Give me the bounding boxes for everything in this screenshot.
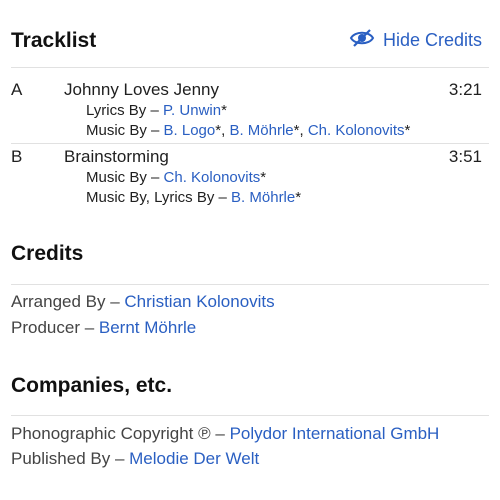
track-row: A Johnny Loves Jenny 3:21 Lyrics By – P.… bbox=[11, 79, 482, 141]
artist-link[interactable]: Bernt Möhrle bbox=[99, 318, 196, 337]
credit-separator: – bbox=[214, 189, 232, 206]
company-link[interactable]: Melodie Der Welt bbox=[129, 449, 259, 468]
artist-link[interactable]: B. Logo bbox=[164, 122, 216, 139]
artist-link[interactable]: P. Unwin bbox=[163, 102, 221, 119]
credit-item: Producer – Bernt Möhrle bbox=[11, 317, 196, 339]
divider bbox=[11, 67, 489, 68]
track-duration: 3:21 bbox=[448, 80, 482, 99]
artist-link[interactable]: Christian Kolonovits bbox=[124, 292, 274, 311]
artist-suffix: *, bbox=[293, 122, 308, 139]
tracklist-header: Tracklist Hide Credits bbox=[11, 28, 482, 53]
artist-suffix: *, bbox=[215, 122, 230, 139]
track-credit-line: Lyrics By – P. Unwin* bbox=[86, 101, 482, 121]
hide-credits-button[interactable]: Hide Credits bbox=[349, 28, 482, 53]
credit-role: Music By, Lyrics By bbox=[86, 189, 215, 206]
artist-suffix: * bbox=[295, 189, 302, 206]
company-item: Phonographic Copyright ℗ – Polydor Inter… bbox=[11, 423, 439, 445]
company-link[interactable]: Polydor International GmbH bbox=[230, 424, 440, 443]
track-credit-line: Music By – Ch. Kolonovits* bbox=[86, 168, 482, 188]
credit-separator: – bbox=[146, 102, 163, 119]
track-credit-line: Music By, Lyrics By – B. Möhrle* bbox=[86, 188, 482, 208]
companies-heading: Companies, etc. bbox=[11, 374, 173, 397]
track-title: Johnny Loves Jenny bbox=[64, 80, 219, 99]
credit-role: Music By bbox=[86, 122, 147, 139]
credit-item: Arranged By – Christian Kolonovits bbox=[11, 291, 275, 313]
credit-separator: – bbox=[146, 122, 164, 139]
credit-role: Music By bbox=[86, 169, 147, 186]
credit-separator: – bbox=[110, 449, 130, 468]
credit-separator: – bbox=[105, 292, 125, 311]
divider bbox=[11, 284, 489, 285]
artist-suffix: * bbox=[221, 102, 227, 119]
credit-separator: – bbox=[79, 318, 99, 337]
credit-separator: – bbox=[146, 169, 164, 186]
artist-link[interactable]: Ch. Kolonovits bbox=[164, 169, 261, 186]
credit-role: Lyrics By bbox=[86, 102, 147, 119]
track-position: B bbox=[11, 147, 23, 166]
artist-link[interactable]: B. Möhrle bbox=[229, 122, 293, 139]
divider bbox=[11, 415, 489, 416]
tracklist-heading: Tracklist bbox=[11, 28, 97, 52]
artist-suffix: * bbox=[260, 169, 267, 186]
company-item: Published By – Melodie Der Welt bbox=[11, 448, 259, 470]
artist-suffix: * bbox=[404, 122, 411, 139]
track-duration: 3:51 bbox=[448, 147, 482, 166]
track-title: Brainstorming bbox=[64, 147, 169, 166]
credit-role: Arranged By bbox=[11, 292, 106, 311]
track-credit-line: Music By – B. Logo*, B. Möhrle*, Ch. Kol… bbox=[86, 121, 482, 141]
credit-separator: – bbox=[210, 424, 230, 443]
company-role: Phonographic Copyright ℗ bbox=[11, 424, 211, 443]
credits-heading: Credits bbox=[11, 242, 84, 265]
hide-credits-label: Hide Credits bbox=[382, 30, 482, 50]
artist-link[interactable]: Ch. Kolonovits bbox=[308, 122, 405, 139]
artist-link[interactable]: B. Möhrle bbox=[231, 189, 295, 206]
track-position: A bbox=[11, 80, 23, 99]
track-row: B Brainstorming 3:51 Music By – Ch. Kolo… bbox=[11, 146, 482, 208]
company-role: Published By bbox=[11, 449, 111, 468]
credit-role: Producer bbox=[11, 318, 80, 337]
eye-slash-icon bbox=[349, 28, 375, 53]
divider bbox=[11, 143, 489, 144]
